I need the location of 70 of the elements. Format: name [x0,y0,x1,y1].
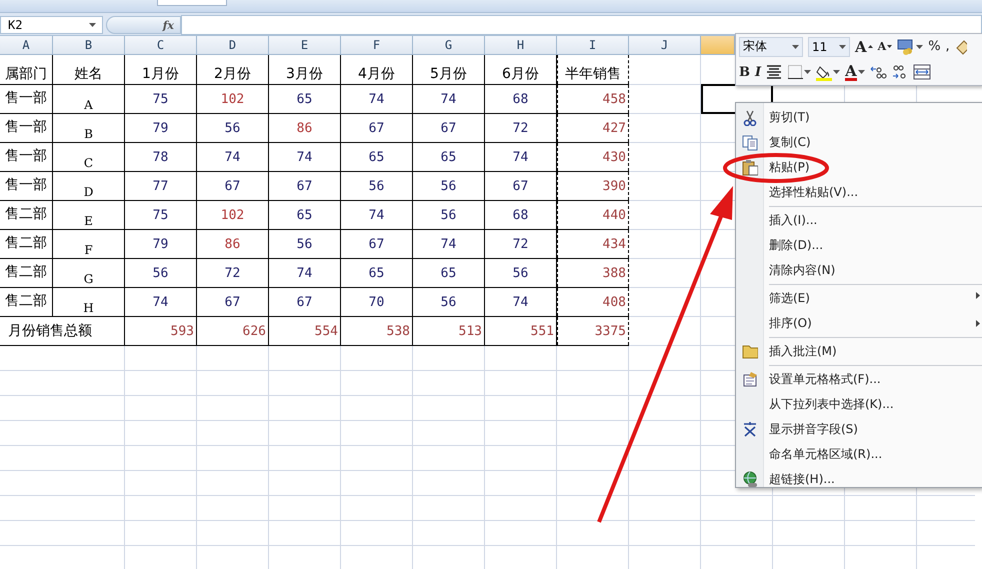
table-cell: 440 [557,201,629,229]
dropdown-caret-icon[interactable] [804,70,812,74]
eraser-icon [954,38,967,56]
increase-decimal-icon [870,64,887,80]
table-cell: 434 [557,230,629,258]
dropdown-caret-icon[interactable] [839,44,846,49]
column-header[interactable]: H [485,36,557,55]
font-color-button[interactable]: A [845,62,865,82]
grow-font-button[interactable]: A [855,36,873,57]
menu-item[interactable]: 排序(O) [736,311,982,336]
font-name-field[interactable]: 宋体 [739,36,803,57]
fill-color-icon [816,64,832,81]
currency-format-icon [897,38,916,56]
bold-button[interactable]: B [739,62,750,82]
font-size-field[interactable]: 11 [808,36,850,57]
formula-input[interactable] [181,15,982,35]
scissors-icon [742,109,758,126]
dropdown-caret-icon[interactable] [916,44,924,49]
italic-button[interactable]: I [755,62,762,82]
currency-format-button[interactable] [897,36,924,57]
dropdown-caret-icon[interactable] [89,23,96,27]
table-cell: 430 [557,143,629,171]
column-header[interactable]: C [125,36,197,55]
copy-icon [742,134,758,151]
menu-item[interactable]: 复制(C) [736,130,982,155]
menu-item[interactable]: 超链接(H)... [736,467,982,492]
column-header[interactable]: G [413,36,485,55]
borders-icon [787,64,804,80]
column-header[interactable]: J [629,36,701,55]
format-cells-icon [742,371,758,388]
table-cell: 388 [557,259,629,287]
column-header[interactable]: E [269,36,341,55]
menu-item[interactable]: 剪切(T) [736,105,982,130]
shrink-font-button[interactable]: A [878,36,892,57]
merge-cells-icon [912,64,931,80]
dropdown-caret-icon[interactable] [792,44,799,49]
align-center-icon [766,64,782,80]
column-header[interactable]: F [341,36,413,55]
column-header[interactable]: B [53,36,125,55]
table-cell: 390 [557,172,629,200]
table-cell: 458 [557,85,629,113]
column-header[interactable]: I [557,36,629,55]
format-button[interactable]: , [946,36,950,57]
globe-link-icon [742,471,758,488]
down-caret-icon [887,45,892,48]
column-header[interactable]: D [197,36,269,55]
table-cell: 半年销售 [557,55,629,84]
menu-item[interactable]: 删除(D)... [736,233,982,258]
format-button[interactable]: % [928,36,941,57]
dropdown-caret-icon[interactable] [833,70,840,74]
decrease-decimal-icon [892,64,908,80]
submenu-arrow-icon [976,320,980,327]
submenu-arrow-icon [976,292,980,299]
menu-item[interactable]: 粘贴(P) [736,155,982,180]
dropdown-caret-icon[interactable] [858,70,865,74]
name-box[interactable]: K2 [0,16,103,34]
menu-item[interactable]: 显示拼音字段(S) [736,417,982,442]
clipboard-icon [742,159,758,176]
table-cell: 408 [557,288,629,316]
column-header[interactable]: A [0,36,53,55]
menu-item[interactable]: 清除内容(N) [736,258,982,283]
insert-function-button[interactable]: fx [106,16,181,34]
up-caret-icon [868,45,873,48]
table-cell: 427 [557,114,629,142]
table-cell: 3375 [557,317,629,345]
menu-item[interactable]: 选择性粘贴(V)... [736,180,982,205]
folder-icon [742,343,758,360]
menu-item[interactable]: 命名单元格区域(R)... [736,442,982,467]
menu-item[interactable]: 从下拉列表中选择(K)... [736,392,982,417]
merge-cells-button[interactable] [912,62,931,82]
